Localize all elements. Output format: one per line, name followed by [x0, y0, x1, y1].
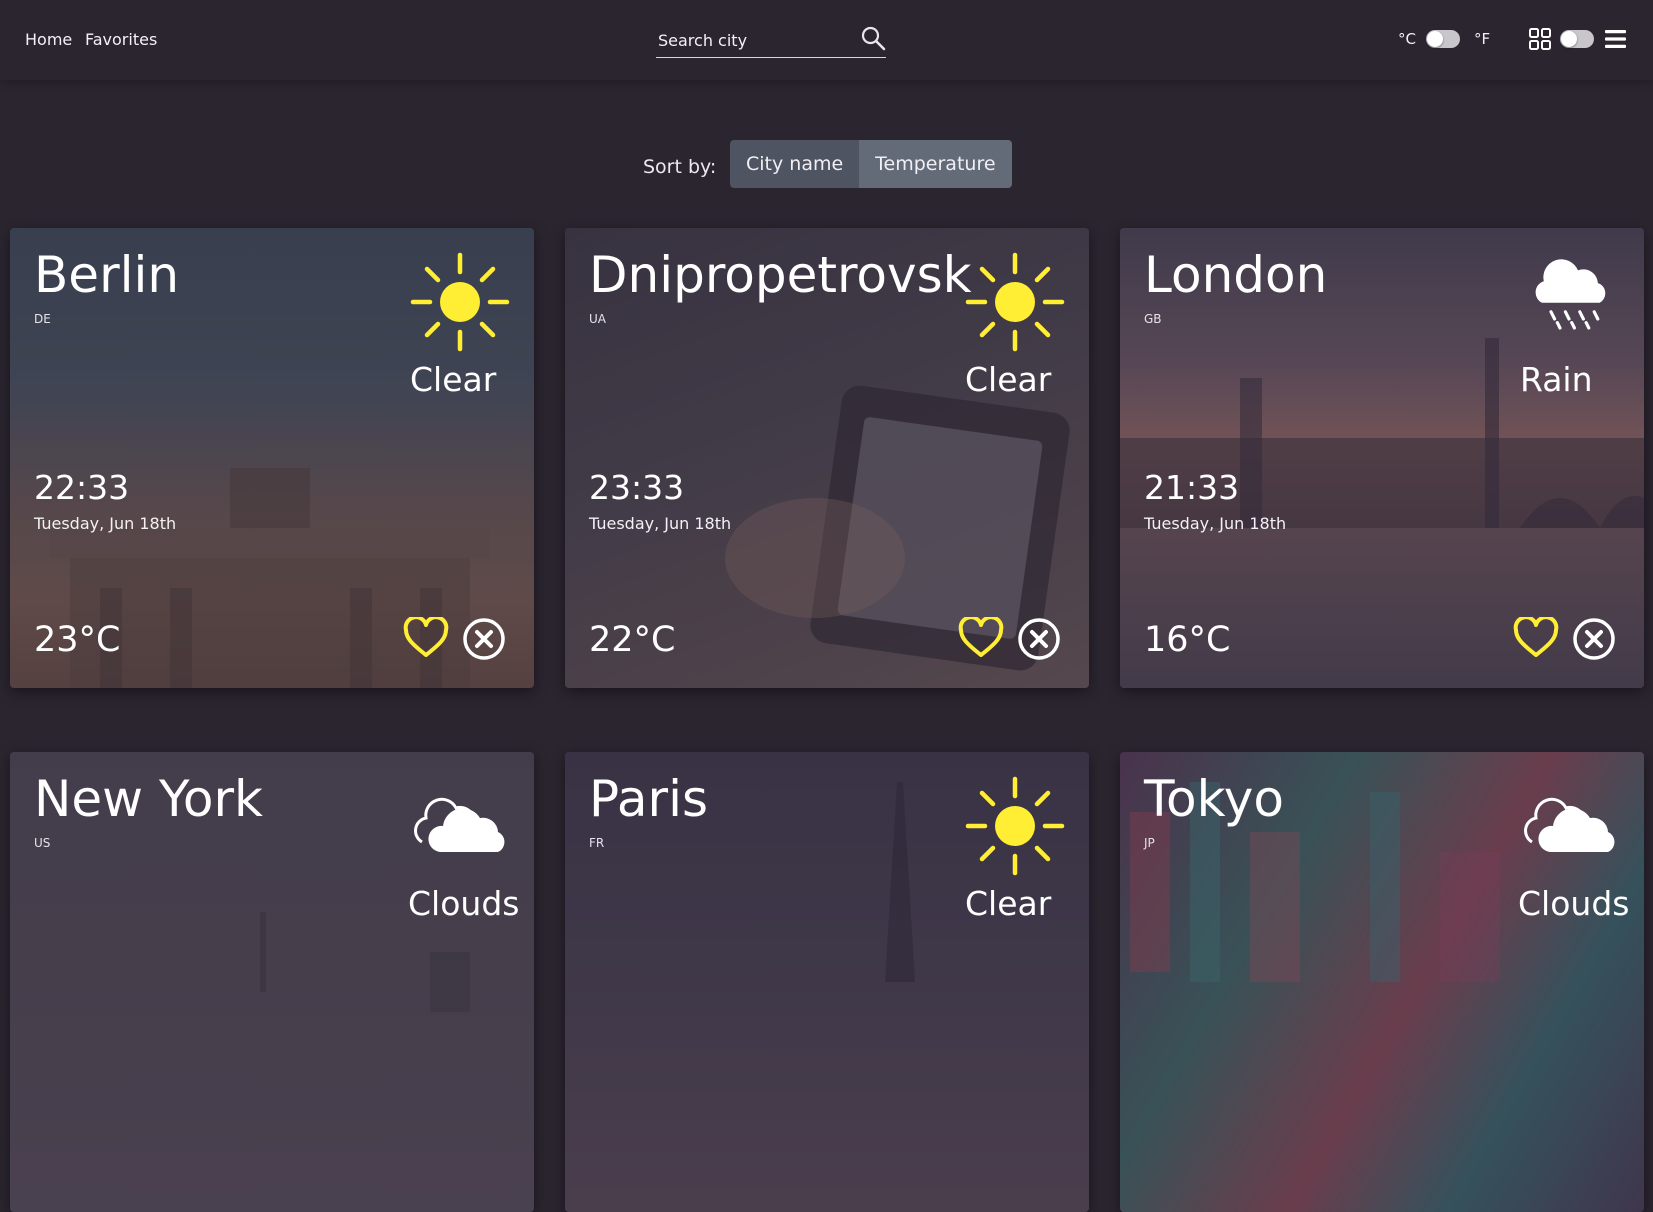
- remove-close-icon[interactable]: [462, 617, 506, 661]
- city-name: Dnipropetrovsk: [589, 246, 972, 304]
- weather-condition: Clear: [410, 360, 497, 399]
- sun-icon: [410, 252, 510, 352]
- weather-condition: Clouds: [408, 884, 520, 923]
- layout-toggle[interactable]: [1560, 30, 1594, 48]
- city-card-dnipropetrovsk[interactable]: Dnipropetrovsk UA Clear 23:33 Tuesday, J…: [565, 228, 1089, 688]
- weather-condition: Rain: [1520, 360, 1593, 399]
- top-bar: Home Favorites °C °F: [0, 0, 1653, 80]
- sun-icon: [965, 252, 1065, 352]
- country-code: UA: [589, 312, 606, 326]
- celsius-label: °C: [1398, 30, 1416, 48]
- rain-cloud-icon: [1524, 256, 1614, 346]
- remove-close-icon[interactable]: [1572, 617, 1616, 661]
- sort-temperature-button[interactable]: Temperature: [859, 140, 1012, 188]
- city-card-tokyo[interactable]: Tokyo JP Clouds: [1120, 752, 1644, 1212]
- city-name: New York: [34, 770, 263, 828]
- favorite-heart-icon[interactable]: [958, 617, 1004, 659]
- country-code: US: [34, 836, 51, 850]
- weather-condition: Clouds: [1518, 884, 1630, 923]
- local-time: 21:33: [1144, 468, 1240, 507]
- local-time: 23:33: [589, 468, 685, 507]
- city-name: Berlin: [34, 246, 180, 304]
- search-icon[interactable]: [860, 25, 886, 51]
- local-time: 22:33: [34, 468, 130, 507]
- clouds-icon: [1520, 796, 1620, 856]
- unit-toggle-knob: [1427, 31, 1443, 47]
- search-input[interactable]: [656, 28, 846, 52]
- clouds-icon: [410, 796, 510, 856]
- city-card-paris[interactable]: Paris FR Clear: [565, 752, 1089, 1212]
- local-date: Tuesday, Jun 18th: [34, 514, 177, 533]
- weather-condition: Clear: [965, 360, 1052, 399]
- city-name: London: [1144, 246, 1328, 304]
- temperature: 23°C: [34, 620, 121, 660]
- favorite-heart-icon[interactable]: [403, 617, 449, 659]
- country-code: JP: [1144, 836, 1155, 850]
- sort-label: Sort by:: [643, 156, 717, 178]
- layout-toggle-knob: [1561, 31, 1577, 47]
- country-code: DE: [34, 312, 51, 326]
- menu-icon[interactable]: [1605, 29, 1626, 49]
- country-code: GB: [1144, 312, 1162, 326]
- local-date: Tuesday, Jun 18th: [1144, 514, 1287, 533]
- favorite-heart-icon[interactable]: [1513, 617, 1559, 659]
- weather-condition: Clear: [965, 884, 1052, 923]
- city-name: Paris: [589, 770, 709, 828]
- unit-toggle[interactable]: [1426, 30, 1460, 48]
- city-card-london[interactable]: London GB Rain 21:33 Tuesday, Jun 18th 1…: [1120, 228, 1644, 688]
- city-card-new-york[interactable]: New York US Clouds: [10, 752, 534, 1212]
- city-card-berlin[interactable]: Berlin DE Clear 22:33 Tuesday, Jun 18th …: [10, 228, 534, 688]
- country-code: FR: [589, 836, 605, 850]
- local-date: Tuesday, Jun 18th: [589, 514, 732, 533]
- search-box: [656, 20, 886, 58]
- fahrenheit-label: °F: [1474, 30, 1491, 48]
- sort-city-name-button[interactable]: City name: [730, 140, 860, 188]
- sun-icon: [965, 776, 1065, 876]
- temperature: 22°C: [589, 620, 676, 660]
- city-name: Tokyo: [1144, 770, 1284, 828]
- nav-favorites-link[interactable]: Favorites: [85, 30, 157, 49]
- grid-icon[interactable]: [1529, 28, 1551, 50]
- remove-close-icon[interactable]: [1017, 617, 1061, 661]
- nav-home-link[interactable]: Home: [25, 30, 72, 49]
- sort-toggle-group: City name Temperature: [730, 140, 1012, 188]
- temperature: 16°C: [1144, 620, 1231, 660]
